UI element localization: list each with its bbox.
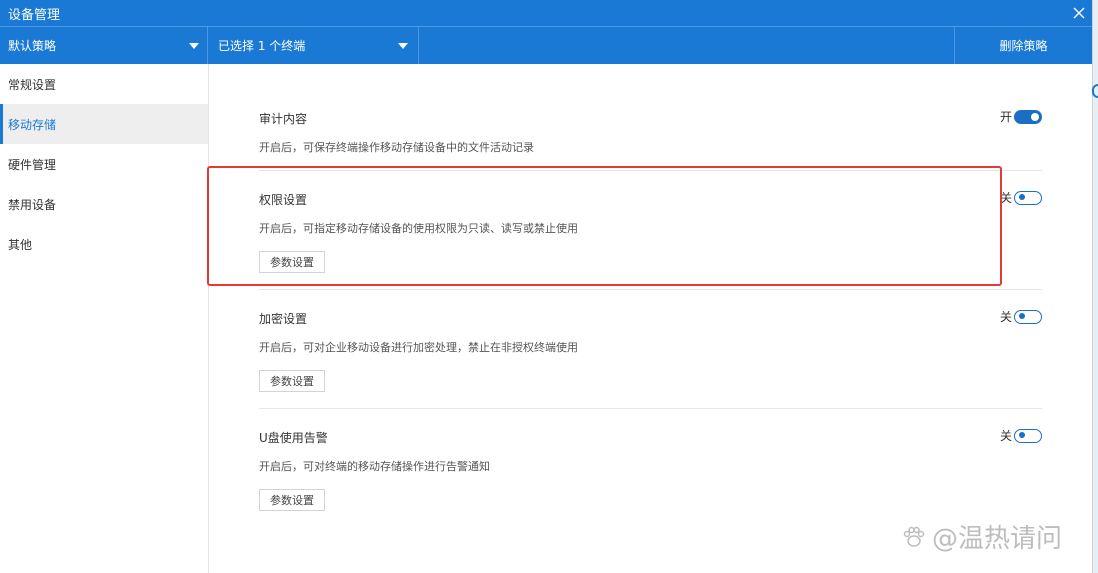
chevron-down-icon [398,42,408,49]
policy-label: 默认策略 [8,39,57,53]
sidebar: 常规设置 移动存储 硬件管理 禁用设备 其他 [0,64,209,573]
close-icon[interactable] [1066,0,1092,26]
section-description: 开启后，可保存终端操作移动存储设备中的文件活动记录 [259,141,534,154]
usb-alert-toggle[interactable]: 关 [1000,427,1042,444]
delete-policy-button[interactable]: 删除策略 [954,27,1092,64]
divider [259,289,1042,290]
divider [259,408,1042,409]
toggle-state-label: 关 [999,429,1012,443]
toggle-switch[interactable] [1014,190,1042,205]
toggle-state-label: 开 [999,110,1012,124]
toggle-switch[interactable] [1014,309,1042,324]
highlight-box [207,166,1002,286]
sidebar-item-general[interactable]: 常规设置 [0,64,208,104]
terminal-dropdown[interactable]: 已选择 1 个终端 [208,27,419,64]
toggle-switch[interactable] [1014,109,1042,124]
section-title: U盘使用告警 [259,431,328,445]
section-description: 开启后，可对终端的移动存储操作进行告警通知 [259,460,490,473]
settings-panel: 审计内容 开启后，可保存终端操作移动存储设备中的文件活动记录 开 权限设置 开启… [209,64,1092,573]
usb-alert-params-button[interactable]: 参数设置 [259,489,325,511]
sidebar-item-label: 禁用设备 [8,197,57,212]
sidebar-item-disabled-devices[interactable]: 禁用设备 [0,184,208,224]
sidebar-item-label: 硬件管理 [8,157,57,172]
terminal-label: 已选择 1 个终端 [218,39,306,53]
sidebar-item-mobile-storage[interactable]: 移动存储 [0,104,208,144]
section-title: 加密设置 [259,312,308,326]
toggle-switch[interactable] [1014,428,1042,443]
permission-toggle[interactable]: 关 [1000,189,1042,206]
sidebar-item-other[interactable]: 其他 [0,224,208,264]
encryption-toggle[interactable]: 关 [1000,308,1042,325]
title-bar: 设备管理 [0,0,1092,26]
toggle-state-label: 关 [999,310,1012,324]
section-description: 开启后，可对企业移动设备进行加密处理，禁止在非授权终端使用 [259,341,578,354]
audit-toggle[interactable]: 开 [1000,108,1042,125]
sidebar-item-hardware[interactable]: 硬件管理 [0,144,208,184]
background-fragment [1092,84,1098,98]
audit-section: 审计内容 开启后，可保存终端操作移动存储设备中的文件活动记录 开 [259,108,1042,160]
sidebar-item-label: 常规设置 [8,77,57,92]
encryption-section: 加密设置 开启后，可对企业移动设备进行加密处理，禁止在非授权终端使用 参数设置 … [259,308,1042,400]
background-window-edge [1092,0,1098,573]
delete-policy-label: 删除策略 [999,39,1048,53]
section-title: 审计内容 [259,112,308,126]
watermark-text: @温热请问 [932,524,1063,554]
usb-alert-section: U盘使用告警 开启后，可对终端的移动存储操作进行告警通知 参数设置 关 [259,427,1042,519]
paw-icon [903,526,925,547]
sidebar-item-label: 移动存储 [8,117,57,132]
window-title: 设备管理 [8,7,61,23]
encryption-params-button[interactable]: 参数设置 [259,370,325,392]
watermark: @温热请问 [900,518,1062,555]
sidebar-item-label: 其他 [8,237,33,252]
policy-dropdown[interactable]: 默认策略 [0,27,208,64]
chevron-down-icon [189,42,199,49]
toolbar: 默认策略 已选择 1 个终端 删除策略 [0,26,1092,64]
